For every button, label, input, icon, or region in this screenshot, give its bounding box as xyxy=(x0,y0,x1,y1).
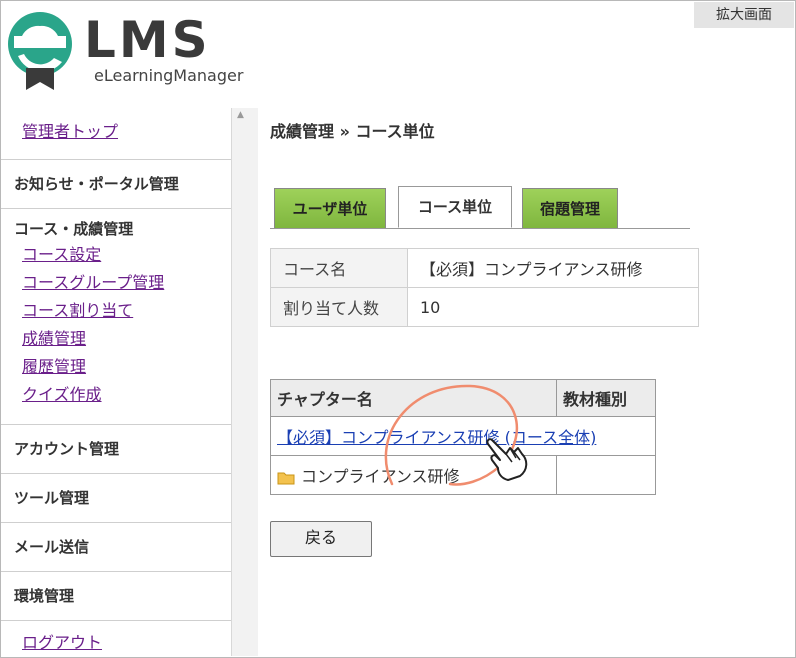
folder-icon xyxy=(277,472,295,485)
column-header-material-type: 教材種別 xyxy=(556,379,656,417)
column-header-chapter: チャプター名 xyxy=(270,379,557,417)
chapter-name: コンプライアンス研修 xyxy=(301,467,460,486)
sidebar-section-course: コース・成績管理 コース設定 コースグループ管理 コース割り当て 成績管理 履歴… xyxy=(1,209,231,425)
sidebar-heading: 環境管理 xyxy=(14,587,75,605)
sidebar-link-course-group[interactable]: コースグループ管理 xyxy=(14,269,231,297)
sidebar-heading: ツール管理 xyxy=(14,489,90,507)
sidebar-link-course-settings[interactable]: コース設定 xyxy=(14,241,231,269)
course-name-label: コース名 xyxy=(270,248,408,288)
course-whole-link[interactable]: 【必須】コンプライアンス研修 (コース全体) xyxy=(277,428,596,447)
sidebar-section-notice[interactable]: お知らせ・ポータル管理 xyxy=(1,160,231,209)
sidebar: 管理者トップ お知らせ・ポータル管理 コース・成績管理 コース設定 コースグルー… xyxy=(1,108,231,656)
sidebar-link-history[interactable]: 履歴管理 xyxy=(14,353,231,381)
logo-brand: LMS xyxy=(84,11,211,69)
sidebar-heading: アカウント管理 xyxy=(14,440,120,458)
sidebar-section-account[interactable]: アカウント管理 xyxy=(1,425,231,474)
elms-logo[interactable]: LMS eLearningManager xyxy=(4,8,274,90)
sidebar-link-quiz[interactable]: クイズ作成 xyxy=(14,381,231,409)
sidebar-link-logout[interactable]: ログアウト xyxy=(14,629,231,657)
elms-e-logo-icon xyxy=(8,12,72,90)
sidebar-link-admin-top[interactable]: 管理者トップ xyxy=(14,118,231,146)
table-row: コンプライアンス研修 xyxy=(270,455,656,495)
logo-subtitle: eLearningManager xyxy=(94,66,244,85)
sidebar-heading: メール送信 xyxy=(14,538,90,556)
table-row: 【必須】コンプライアンス研修 (コース全体) xyxy=(270,416,656,456)
scroll-up-arrow-icon[interactable]: ▲ xyxy=(237,110,244,120)
sidebar-top-block: 管理者トップ xyxy=(1,108,231,160)
sidebar-scrollbar[interactable] xyxy=(231,108,258,656)
chapter-table: チャプター名 教材種別 【必須】コンプライアンス研修 (コース全体) コンプライ… xyxy=(270,379,656,495)
breadcrumb: 成績管理 » コース単位 xyxy=(270,122,435,141)
sidebar-section-mail[interactable]: メール送信 xyxy=(1,523,231,572)
sidebar-heading: お知らせ・ポータル管理 xyxy=(14,175,179,193)
tab-bar: ユーザ単位 コース単位 宿題管理 xyxy=(270,184,690,229)
table-row: コース名 【必須】コンプライアンス研修 xyxy=(270,248,699,288)
sidebar-section-environment[interactable]: 環境管理 xyxy=(1,572,231,621)
back-button[interactable]: 戻る xyxy=(270,521,372,557)
sidebar-link-course-assign[interactable]: コース割り当て xyxy=(14,297,231,325)
sidebar-heading: コース・成績管理 xyxy=(14,220,134,238)
tab-course-unit[interactable]: コース単位 xyxy=(398,186,512,228)
zoom-label: 拡大画面 xyxy=(694,2,794,28)
sidebar-logout-block: ログアウト xyxy=(1,621,231,657)
assigned-count-label: 割り当て人数 xyxy=(270,287,408,327)
course-info-table: コース名 【必須】コンプライアンス研修 割り当て人数 10 xyxy=(270,248,699,327)
table-row: 割り当て人数 10 xyxy=(270,287,699,327)
course-whole-cell: 【必須】コンプライアンス研修 (コース全体) xyxy=(270,416,656,456)
material-type-cell xyxy=(556,455,656,495)
sidebar-section-tools[interactable]: ツール管理 xyxy=(1,474,231,523)
tab-user-unit[interactable]: ユーザ単位 xyxy=(274,188,386,228)
table-header-row: チャプター名 教材種別 xyxy=(270,379,656,417)
course-name-value: 【必須】コンプライアンス研修 xyxy=(407,248,699,288)
assigned-count-value: 10 xyxy=(407,287,699,327)
chapter-name-cell: コンプライアンス研修 xyxy=(270,455,557,495)
tab-homework[interactable]: 宿題管理 xyxy=(522,188,618,228)
sidebar-link-grades[interactable]: 成績管理 xyxy=(14,325,231,353)
